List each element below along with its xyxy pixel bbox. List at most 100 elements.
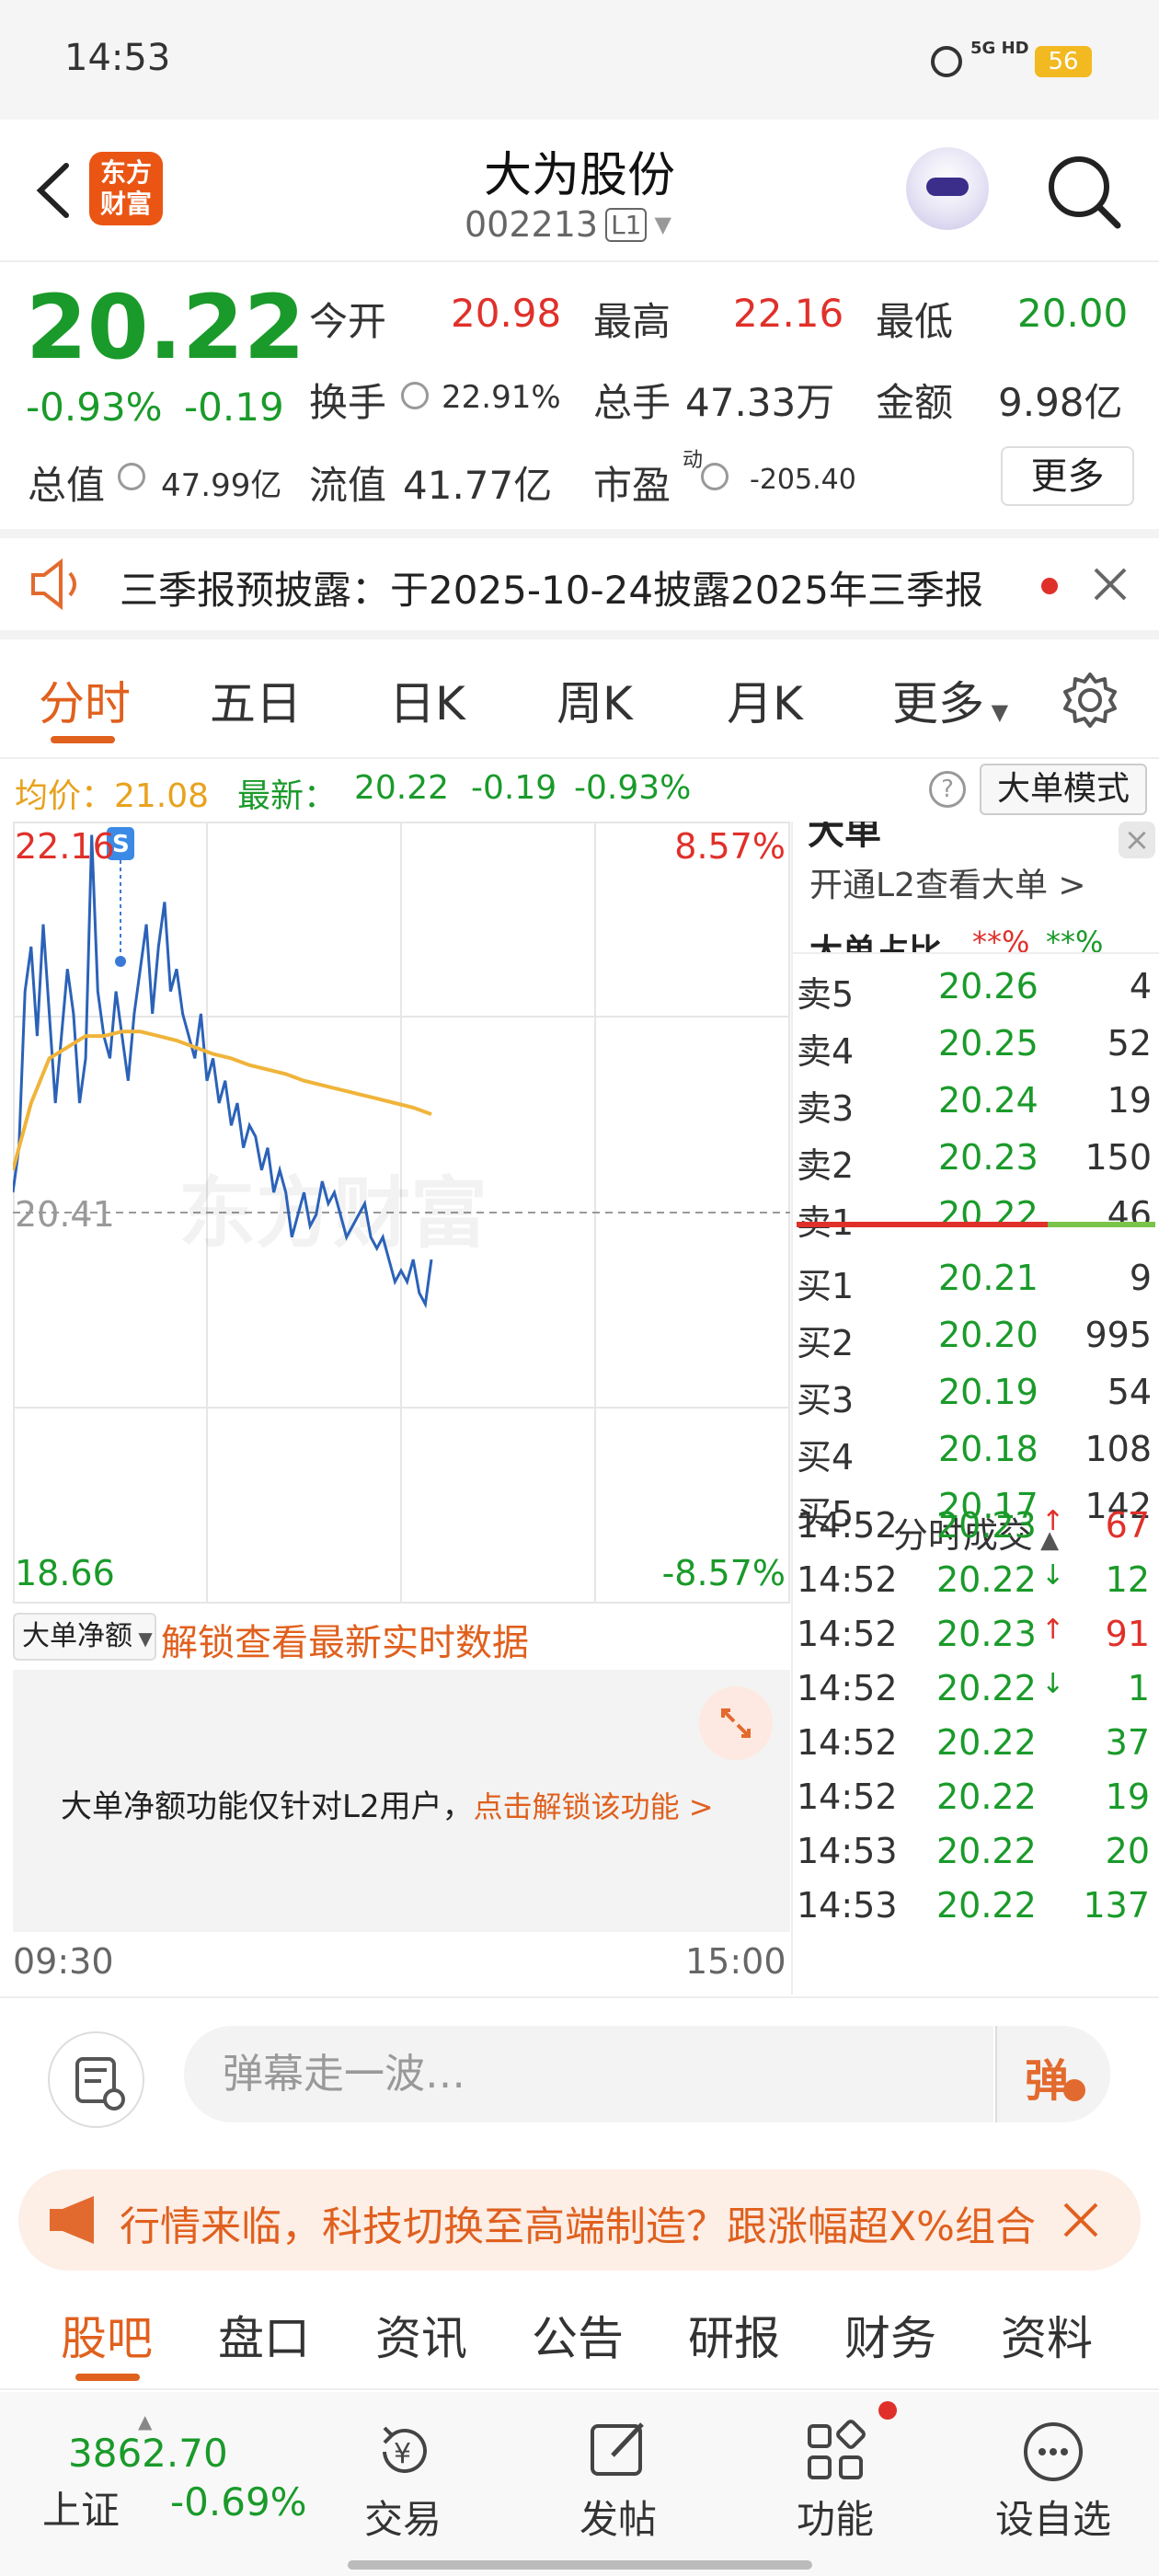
tab-more[interactable]: 更多 ▼	[892, 667, 1008, 733]
close-icon[interactable]	[1090, 564, 1130, 604]
nav-feature[interactable]: 功能	[752, 2489, 918, 2545]
tick-volume: 1	[1127, 1668, 1150, 1708]
orderbook-row[interactable]: 买4 20.18 108	[793, 1425, 1159, 1480]
tab-weekly-k[interactable]: 周K	[557, 667, 633, 733]
stock-code-row[interactable]: 002213 L1 ▼	[465, 204, 671, 245]
danmaku-list-icon[interactable]	[48, 2031, 144, 2128]
orderbook-level-label: 买2	[797, 1323, 855, 1363]
notice-text: 三季报预披露：于2025-10-24披露2025年三季报	[120, 568, 983, 613]
nav-post[interactable]: 发帖	[535, 2489, 701, 2545]
info-icon[interactable]	[701, 463, 729, 490]
bottom-tab-2[interactable]: 资讯	[375, 2302, 467, 2368]
y-min-label: 18.66	[15, 1553, 115, 1593]
orderbook-row[interactable]: 买1 20.21 9	[793, 1254, 1159, 1309]
tick-list[interactable]: 14:52 20.23 ↑ 67 14:52 20.22 ↓ 12 14:52 20.23 ↑ 91 1…	[791, 1501, 1159, 1998]
tab-intraday[interactable]: 分时	[39, 667, 131, 733]
tick-row: 14:52 20.22 ↓ 1	[791, 1664, 1157, 1718]
x-end-label: 15:00	[685, 1941, 786, 1982]
bottom-tab-1[interactable]: 盘口	[218, 2302, 310, 2368]
open-label: 今开	[309, 299, 387, 344]
arrow-down-icon: ↓	[1041, 1668, 1065, 1700]
high-value: 22.16	[733, 291, 844, 336]
orderbook-level-label: 买1	[797, 1266, 855, 1306]
bottom-tab-6[interactable]: 资料	[1001, 2302, 1093, 2368]
megaphone-icon	[48, 2194, 105, 2246]
danmaku-input[interactable]: 弹幕走一波…	[184, 2026, 993, 2122]
info-icon[interactable]	[118, 463, 145, 490]
tick-volume: 12	[1105, 1559, 1150, 1600]
tick-volume: 91	[1105, 1614, 1150, 1654]
unlock-feature-link[interactable]: 点击解锁该功能 >	[474, 1789, 714, 1824]
pct-max-label: 8.57%	[674, 826, 786, 867]
orderbook-volume: 995	[1084, 1315, 1152, 1355]
tab-five-day[interactable]: 五日	[210, 667, 302, 733]
robot-assistant-icon[interactable]	[906, 147, 989, 230]
index-widget[interactable]: ▲ 3862.70 上证 -0.69%	[37, 2410, 313, 2558]
orderbook-divider	[793, 952, 1159, 954]
danmaku-send-button[interactable]: 弹	[995, 2026, 1110, 2122]
big-order-ratio-label: 大单占比	[809, 933, 943, 952]
info-icon[interactable]	[401, 382, 429, 409]
big-order-mode-button[interactable]: 大单模式	[980, 764, 1147, 815]
more-button[interactable]: 更多	[1001, 446, 1134, 506]
low-value: 20.00	[1017, 291, 1129, 336]
avg-price: 均价：21.08	[15, 777, 210, 815]
orderbook-row[interactable]: 卖1 20.22 46	[793, 1190, 1159, 1246]
unlock-realtime-link[interactable]: 解锁查看最新实时数据	[161, 1613, 529, 1666]
expand-icon[interactable]	[699, 1686, 773, 1760]
settings-gear-icon[interactable]	[1060, 670, 1120, 730]
tick-row: 14:52 20.22 ↓ 12	[791, 1556, 1157, 1609]
mcap-value: 47.99亿	[161, 467, 282, 504]
tick-price: 20.22	[936, 1668, 1037, 1708]
tick-price: 20.22	[936, 1559, 1037, 1600]
tab-more-label: 更多	[892, 677, 984, 730]
x-start-label: 09:30	[13, 1941, 114, 1982]
tab-daily-k[interactable]: 日K	[389, 667, 465, 733]
low-label: 最低	[876, 299, 954, 344]
search-icon[interactable]	[1044, 152, 1122, 230]
bottom-tab-0[interactable]: 股吧	[61, 2302, 153, 2368]
index-name: 上证	[42, 2488, 120, 2533]
tab-monthly-k[interactable]: 月K	[727, 667, 803, 733]
orderbook-row[interactable]: 卖5 20.26 4	[793, 962, 1159, 1018]
feature-grid-icon[interactable]	[798, 2415, 872, 2489]
big-order-summary[interactable]: 大单 × 开通L2查看大单 > 大单占比 **% **%	[793, 822, 1159, 952]
bottom-tab-5[interactable]: 财务	[844, 2302, 936, 2368]
bottom-tab-3[interactable]: 公告	[532, 2302, 624, 2368]
orderbook-row[interactable]: 卖3 20.24 19	[793, 1076, 1159, 1132]
nav-trade[interactable]: 交易	[320, 2489, 486, 2545]
svg-text:¥: ¥	[394, 2438, 411, 2470]
orderbook-volume: 108	[1084, 1429, 1152, 1469]
y-max-label: 22.16	[15, 826, 115, 867]
l2-upgrade-link[interactable]: 开通L2查看大单 >	[809, 858, 1086, 906]
trade-icon[interactable]: ¥	[368, 2415, 442, 2489]
pe-label: 市盈	[593, 463, 671, 508]
orderbook-row[interactable]: 买3 20.19 54	[793, 1368, 1159, 1423]
close-icon[interactable]	[1060, 2199, 1102, 2241]
latest-pct: -0.93%	[574, 769, 692, 807]
nav-add-watchlist[interactable]: 设自选	[970, 2489, 1136, 2545]
help-icon[interactable]: ?	[929, 771, 966, 808]
bottom-tab-4[interactable]: 研报	[688, 2302, 780, 2368]
tick-volume: 37	[1105, 1722, 1150, 1763]
big-order-ratio-red: **%	[972, 925, 1030, 952]
orderbook-volume: 46	[1107, 1194, 1152, 1235]
watchlist-icon[interactable]	[1016, 2415, 1090, 2489]
big-order-net-dropdown[interactable]: 大单净额 ▼	[13, 1613, 156, 1661]
orderbook-volume: 9	[1129, 1258, 1152, 1298]
intraday-chart[interactable]: 东方财富 S 22.16 20.41 18.66 8.57% -8.57%	[13, 822, 790, 1604]
high-label: 最高	[593, 299, 671, 344]
dropdown-label: 大单净额	[22, 1620, 132, 1652]
status-bar: 14:53 5G HD 56	[0, 0, 1159, 120]
orderbook-row[interactable]: 买2 20.20 995	[793, 1311, 1159, 1366]
orderbook-row[interactable]: 卖4 20.25 52	[793, 1019, 1159, 1075]
close-icon[interactable]: ×	[1119, 822, 1155, 858]
orderbook-row[interactable]: 卖2 20.23 150	[793, 1133, 1159, 1189]
orderbook-price: 20.23	[938, 1137, 1039, 1178]
orderbook-level-label: 卖2	[797, 1145, 855, 1186]
orderbook-price: 20.19	[938, 1372, 1039, 1412]
edit-post-icon[interactable]	[581, 2415, 655, 2489]
orderbook-volume: 52	[1107, 1023, 1152, 1064]
orderbook-level-label: 卖5	[797, 974, 855, 1015]
alarm-icon	[931, 46, 962, 77]
